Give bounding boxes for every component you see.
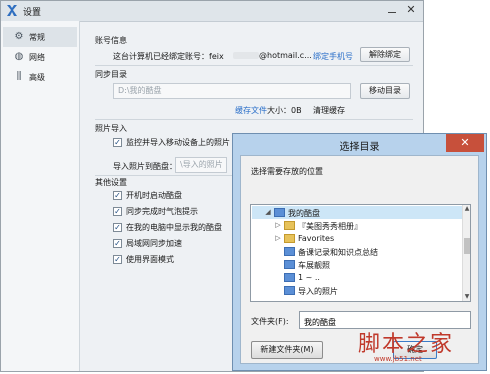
tree-item-label: 1 ~ .. [298, 273, 320, 282]
tree-item-label: 导入的照片 [298, 287, 338, 296]
scroll-down-icon[interactable]: ▼ [463, 293, 470, 301]
import-to-label: 导入照片到酷盘： [113, 162, 177, 171]
watermark-text: 脚本之家 [358, 332, 455, 357]
collapse-triangle-icon[interactable]: ▷ [274, 220, 282, 230]
tree-scrollbar[interactable]: ▲ ▼ [462, 205, 470, 301]
new-folder-button[interactable]: 新建文件夹(M) [251, 341, 323, 359]
close-icon: ✕ [460, 136, 470, 149]
collapse-triangle-icon[interactable]: ▷ [274, 233, 282, 243]
folder-icon [284, 286, 295, 295]
folder-icon [284, 260, 295, 269]
tree-item[interactable]: 车展靓照 [252, 258, 464, 271]
unbind-button[interactable]: 解除绑定 [360, 47, 410, 62]
tree-item-label: 我的酷盘 [288, 209, 320, 218]
option-checkbox[interactable]: ✓ [113, 223, 122, 232]
folder-field-label: 文件夹(F): [251, 317, 289, 326]
app-logo-icon [7, 5, 17, 16]
window-title: 设置 [23, 8, 42, 18]
folder-tree[interactable]: ◢ 我的酷盘 ▷ 『美图秀秀相册』 ▷ Favorites 备课记录和知识点总结… [250, 204, 471, 302]
clear-cache-link[interactable]: 清理缓存 [313, 105, 345, 116]
minimize-icon[interactable] [385, 3, 399, 17]
divider [95, 175, 235, 176]
bound-account-domain: @hotmail.c... [259, 51, 312, 60]
close-icon[interactable]: ✕ [403, 2, 419, 18]
other-section-title: 其他设置 [95, 178, 127, 187]
option-checkbox[interactable]: ✓ [113, 239, 122, 248]
sidebar-item-label: 高级 [29, 73, 45, 82]
cache-size-text: 大小：0B [267, 106, 302, 115]
globe-icon: ◍ [14, 51, 24, 62]
sidebar-item-label: 网络 [29, 53, 45, 62]
option-checkbox[interactable]: ✓ [113, 191, 122, 200]
option-checkbox[interactable]: ✓ [113, 207, 122, 216]
folder-icon [284, 247, 295, 256]
scroll-up-icon[interactable]: ▲ [463, 205, 470, 213]
import-path-field[interactable]: \导入的照片 [175, 157, 227, 173]
tree-item-label: Favorites [298, 234, 335, 243]
sidebar: ⚙ 常规 ◍ 网络 ⫼ 高级 [1, 21, 80, 371]
sidebar-item-general[interactable]: ⚙ 常规 [3, 27, 77, 47]
option-checkbox[interactable]: ✓ [113, 255, 122, 264]
tree-item-label: 『美图秀秀相册』 [298, 222, 362, 231]
divider [95, 119, 413, 120]
sidebar-item-advanced[interactable]: ⫼ 高级 [3, 67, 77, 87]
monitor-photos-checkbox[interactable]: ✓ [113, 138, 122, 147]
divider [95, 65, 413, 66]
account-section-title: 账号信息 [95, 36, 127, 45]
watermark-url: www.jb51.net [374, 355, 422, 363]
option-label: 使用界面模式 [126, 255, 174, 264]
tree-item[interactable]: ▷ 『美图秀秀相册』 [252, 219, 464, 232]
sync-path-field[interactable]: D:\我的酷盘 [113, 83, 351, 99]
sync-section-title: 同步目录 [95, 70, 127, 79]
scroll-thumb[interactable] [464, 238, 470, 254]
folder-icon [284, 234, 295, 243]
folder-icon [284, 273, 295, 282]
sidebar-item-label: 常规 [29, 33, 45, 42]
tree-item[interactable]: ▷ Favorites [252, 232, 464, 245]
title-bar: 设置 ✕ [1, 1, 423, 22]
gear-icon: ⚙ [14, 31, 24, 42]
tree-item[interactable]: 1 ~ .. [252, 271, 464, 284]
photo-section-title: 照片导入 [95, 124, 127, 133]
dialog-close-button[interactable]: ✕ [446, 134, 484, 152]
option-label: 局域网同步加速 [126, 239, 182, 248]
masked-account-text [233, 52, 259, 59]
tree-item[interactable]: 导入的照片 [252, 284, 464, 297]
monitor-photos-label: 监控并导入移动设备上的照片 [126, 138, 230, 147]
tree-item-label: 备课记录和知识点总结 [298, 248, 378, 257]
expand-triangle-icon[interactable]: ◢ [264, 207, 272, 217]
bind-phone-link[interactable]: 绑定手机号 [313, 51, 353, 62]
folder-icon [284, 221, 295, 230]
option-label: 在我的电脑中显示我的酷盘 [126, 223, 222, 232]
tree-item[interactable]: 备课记录和知识点总结 [252, 245, 464, 258]
option-label: 同步完成时气泡提示 [126, 207, 198, 216]
bound-account-text: 这台计算机已经绑定账号：feix [113, 52, 224, 61]
cache-files-link[interactable]: 缓存文件 [235, 105, 267, 116]
sidebar-item-network[interactable]: ◍ 网络 [3, 47, 77, 67]
sliders-icon: ⫼ [16, 71, 22, 82]
move-dir-button[interactable]: 移动目录 [360, 83, 410, 99]
folder-icon [274, 208, 285, 217]
tree-item-root[interactable]: ◢ 我的酷盘 [252, 206, 464, 219]
tree-item-label: 车展靓照 [298, 261, 330, 270]
option-label: 开机时启动酷盘 [126, 191, 182, 200]
dialog-prompt: 选择需要存放的位置 [251, 167, 323, 176]
